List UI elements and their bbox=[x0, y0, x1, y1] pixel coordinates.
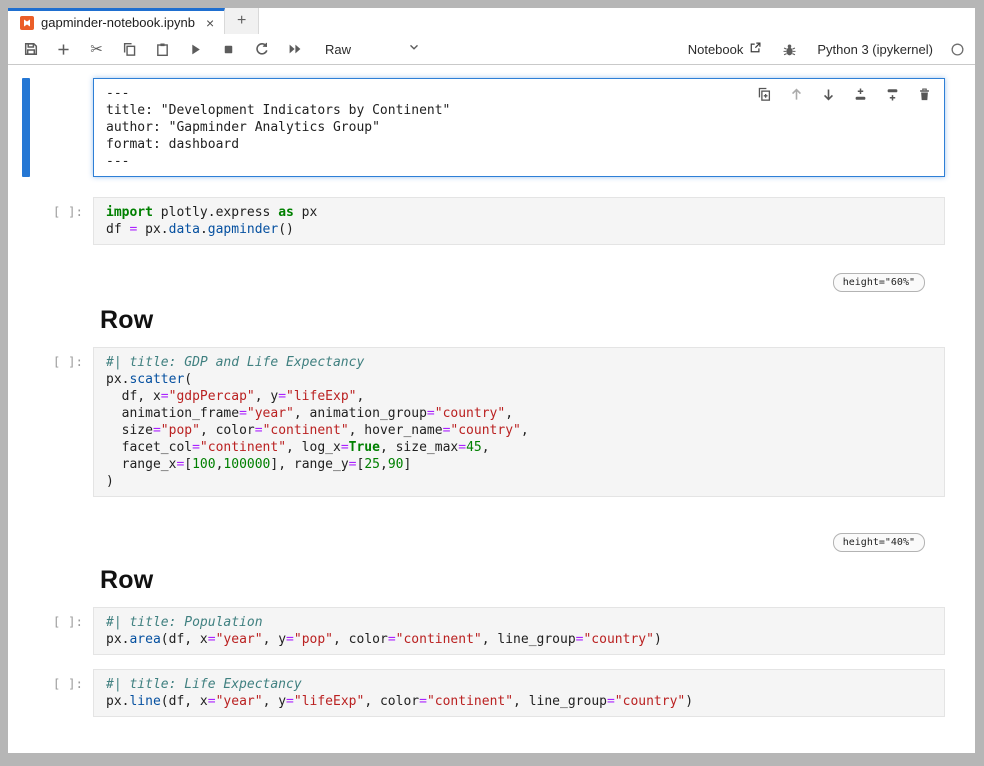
restart-kernel-button[interactable] bbox=[251, 38, 272, 60]
save-button[interactable] bbox=[20, 38, 41, 60]
copy-icon[interactable] bbox=[119, 38, 140, 60]
debugger-bug-icon[interactable] bbox=[779, 38, 800, 60]
duplicate-cell-icon[interactable] bbox=[756, 86, 772, 102]
insert-cell-below-icon[interactable] bbox=[884, 86, 900, 102]
cell-source[interactable]: import plotly.express as px df = px.data… bbox=[106, 204, 932, 238]
cell-source[interactable]: #| title: Population px.area(df, x="year… bbox=[106, 614, 932, 648]
notebook-mode-button[interactable]: Notebook bbox=[688, 41, 763, 57]
raw-cell: --- title: "Development Indicators by Co… bbox=[8, 78, 945, 177]
notebook-file-icon bbox=[20, 16, 34, 30]
code-cell: [ ]: #| title: GDP and Life Expectancy px… bbox=[8, 347, 945, 497]
input-prompt: [ ]: bbox=[8, 354, 83, 369]
insert-cell-above-icon[interactable] bbox=[852, 86, 868, 102]
code-cell: [ ]: import plotly.express as px df = px.… bbox=[8, 197, 945, 245]
cell-input-area[interactable]: #| title: GDP and Life Expectancy px.sca… bbox=[93, 347, 945, 497]
cell-input-area[interactable]: #| title: Population px.area(df, x="year… bbox=[93, 607, 945, 655]
notebook-toolbar: ✂ bbox=[8, 34, 975, 65]
paste-icon[interactable] bbox=[152, 38, 173, 60]
kernel-name[interactable]: Python 3 (ipykernel) bbox=[817, 42, 933, 57]
restart-run-all-button[interactable] bbox=[284, 38, 305, 60]
cell-type-value: Raw bbox=[325, 42, 351, 57]
cell-type-dropdown[interactable]: Raw bbox=[325, 40, 421, 59]
input-prompt: [ ]: bbox=[8, 614, 83, 629]
cut-icon[interactable]: ✂ bbox=[86, 38, 107, 60]
tab-bar: gapminder-notebook.ipynb × + bbox=[8, 8, 975, 34]
cell-source[interactable]: #| title: Life Expectancy px.line(df, x=… bbox=[106, 676, 932, 710]
kernel-status-icon[interactable] bbox=[950, 42, 965, 57]
toolbar-right: Notebook Pyth bbox=[688, 38, 965, 60]
grid-height-badge: height="60%" bbox=[833, 273, 925, 292]
markdown-heading: Row bbox=[100, 566, 153, 595]
code-cell: [ ]: #| title: Life Expectancy px.line(df… bbox=[8, 669, 945, 717]
chevron-down-icon bbox=[407, 40, 421, 59]
move-cell-up-icon[interactable] bbox=[788, 86, 804, 102]
notebook-tab[interactable]: gapminder-notebook.ipynb × bbox=[8, 8, 225, 34]
new-tab-button[interactable]: + bbox=[225, 8, 259, 34]
notebook-mode-label: Notebook bbox=[688, 42, 744, 57]
input-prompt: [ ]: bbox=[8, 204, 83, 219]
cell-collapser[interactable] bbox=[22, 78, 30, 177]
run-cell-button[interactable] bbox=[185, 38, 206, 60]
code-cell: [ ]: #| title: Population px.area(df, x="… bbox=[8, 607, 945, 655]
jupyterlab-window: gapminder-notebook.ipynb × + ✂ bbox=[8, 8, 975, 753]
notebook-area: --- title: "Development Indicators by Co… bbox=[8, 65, 975, 753]
cell-input-area[interactable]: import plotly.express as px df = px.data… bbox=[93, 197, 945, 245]
markdown-cell[interactable]: height="40%" Row bbox=[8, 521, 945, 597]
interrupt-kernel-button[interactable] bbox=[218, 38, 239, 60]
cell-toolbar bbox=[756, 86, 932, 102]
grid-height-badge: height="40%" bbox=[833, 533, 925, 552]
insert-cell-button[interactable] bbox=[53, 38, 74, 60]
delete-cell-icon[interactable] bbox=[916, 86, 932, 102]
move-cell-down-icon[interactable] bbox=[820, 86, 836, 102]
external-link-icon bbox=[749, 41, 762, 57]
cell-source[interactable]: #| title: GDP and Life Expectancy px.sca… bbox=[106, 354, 932, 490]
input-prompt: [ ]: bbox=[8, 676, 83, 691]
markdown-cell[interactable]: height="60%" Row bbox=[8, 261, 945, 337]
markdown-heading: Row bbox=[100, 306, 153, 335]
cell-input-area[interactable]: --- title: "Development Indicators by Co… bbox=[93, 78, 945, 177]
cell-input-area[interactable]: #| title: Life Expectancy px.line(df, x=… bbox=[93, 669, 945, 717]
tab-close-icon[interactable]: × bbox=[206, 16, 214, 30]
desktop-background: gapminder-notebook.ipynb × + ✂ bbox=[0, 0, 984, 766]
tab-title: gapminder-notebook.ipynb bbox=[41, 15, 195, 30]
